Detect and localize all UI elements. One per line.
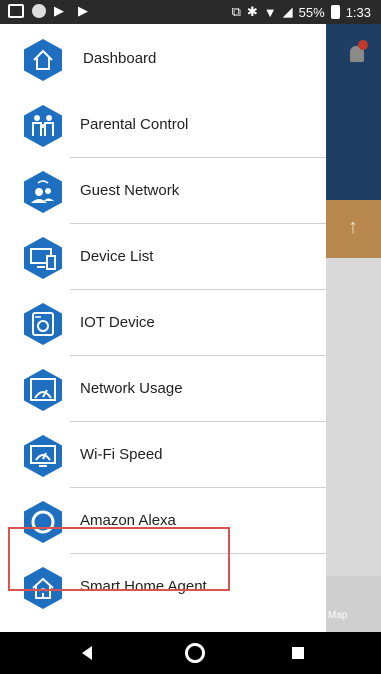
menu-item-wifi-speed[interactable]: Wi-Fi Speed (0, 422, 326, 488)
menu-item-iot-device[interactable]: IOT Device (0, 290, 326, 356)
notification-badge (358, 40, 368, 50)
battery-icon (330, 5, 340, 19)
play-store-notification-icon: ▶ (54, 3, 64, 18)
bluetooth-icon: ✱ (246, 4, 258, 19)
menu-item-partial[interactable] (0, 620, 326, 632)
circle-notification-icon (32, 4, 46, 18)
gauge-icon (24, 369, 62, 411)
menu-item-device-list[interactable]: Device List (0, 224, 326, 290)
menu-label-device-list: Device List (80, 248, 154, 265)
menu-item-network-usage[interactable]: Network Usage (0, 356, 326, 422)
gallery-notification-icon (8, 4, 24, 18)
menu-label-parental-control: Parental Control (80, 116, 189, 133)
background-banner: ↑ (326, 200, 381, 258)
menu-label-guest-network: Guest Network (80, 182, 180, 199)
battery-percent: 55% (298, 4, 325, 20)
play-store-notification-icon-2: ▶ (78, 3, 88, 18)
arrow-up-icon: ↑ (348, 216, 358, 238)
menu-label-dashboard: Dashboard (83, 50, 157, 67)
background-bottom-tab: Map (326, 576, 381, 632)
selection-highlight (8, 527, 230, 591)
menu-label-iot-device: IOT Device (80, 314, 155, 331)
recent-apps-icon[interactable] (292, 647, 304, 659)
cast-icon: ⧉ (231, 4, 241, 19)
guest-users-icon (24, 171, 62, 213)
back-icon[interactable] (82, 646, 92, 660)
status-system-icons: ⧉ ✱ ▼ ◢ 55% 1:33 (232, 4, 371, 20)
menu-item-guest-network[interactable]: Guest Network (0, 158, 326, 224)
menu-label-network-usage: Network Usage (80, 380, 183, 397)
clock: 1:33 (345, 4, 371, 20)
speedometer-monitor-icon (24, 435, 62, 477)
map-tab-label: Map (328, 610, 348, 621)
background-header (326, 24, 381, 200)
menu-label-wifi-speed: Wi-Fi Speed (80, 446, 163, 463)
home-nav-icon[interactable] (185, 643, 205, 663)
signal-icon: ◢ (282, 4, 293, 19)
family-icon (24, 105, 62, 147)
wifi-icon: ▼ (263, 4, 277, 20)
status-bar: ▶ ▶ ⧉ ✱ ▼ ◢ 55% 1:33 (0, 0, 381, 24)
navigation-bar (0, 632, 381, 674)
status-notification-icons: ▶ ▶ (8, 4, 94, 18)
menu-item-parental-control[interactable]: Parental Control (0, 92, 326, 158)
devices-icon (24, 237, 62, 279)
menu-item-dashboard[interactable]: Dashboard (0, 26, 326, 92)
background-app[interactable]: ↑ Map (326, 24, 381, 632)
home-icon (24, 39, 62, 81)
washer-icon (24, 303, 62, 345)
